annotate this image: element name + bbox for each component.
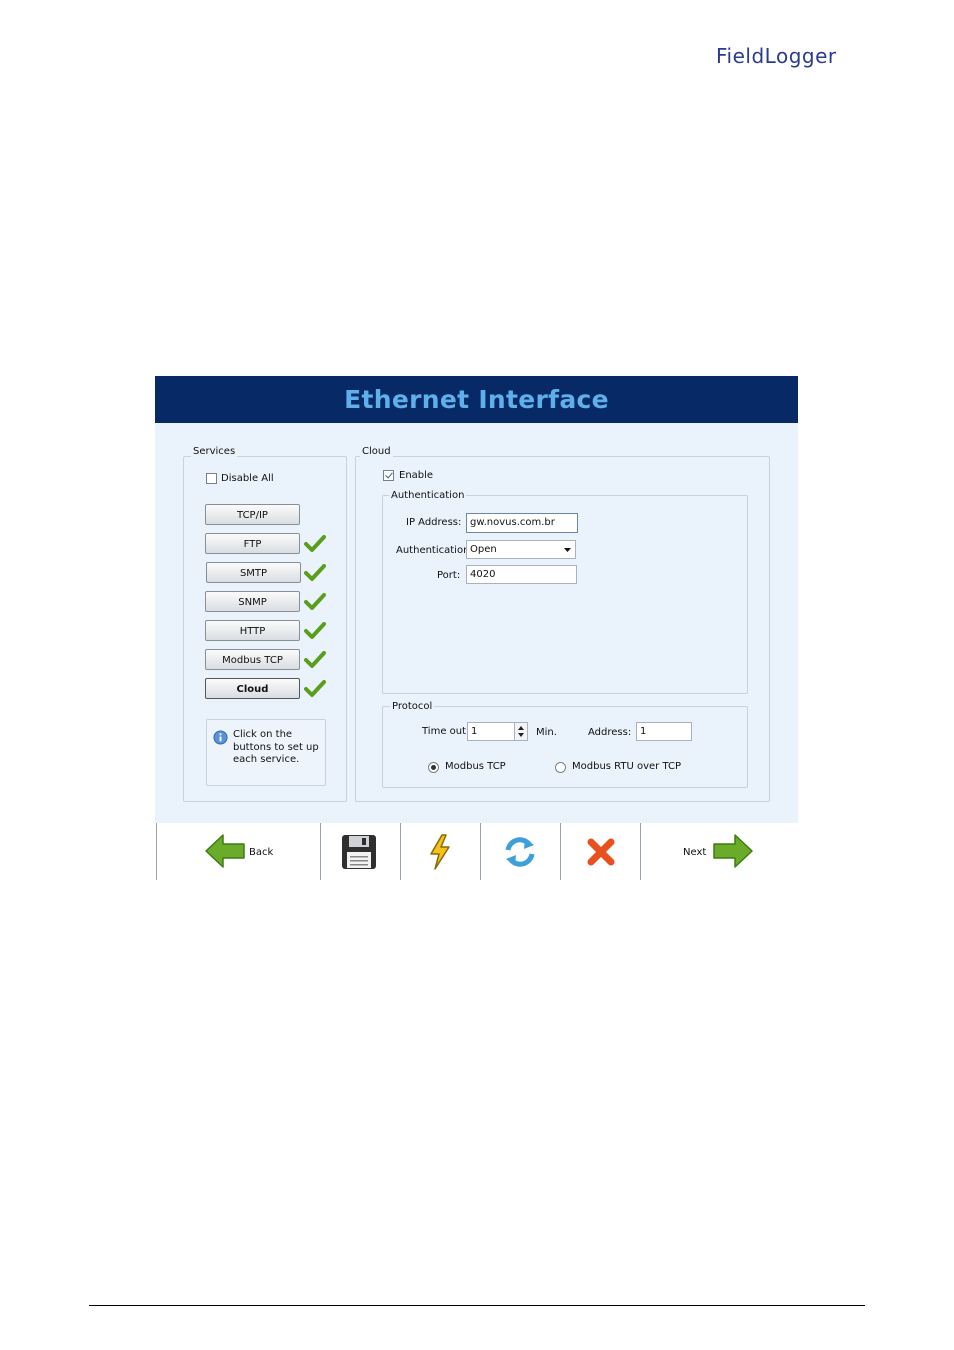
back-arrow-icon — [205, 834, 245, 868]
checkmark-icon — [304, 622, 326, 639]
port-label: Port: — [437, 570, 461, 581]
authentication-label: Authentication: — [396, 545, 473, 556]
modbus-tcp-label: Modbus TCP — [445, 761, 506, 772]
save-button[interactable] — [320, 823, 401, 880]
ip-address-field[interactable]: gw.novus.com.br — [466, 513, 578, 533]
port-field[interactable]: 4020 — [466, 565, 577, 584]
info-text: Click on the buttons to set up each serv… — [233, 729, 319, 765]
modbus-rtu-over-tcp-label: Modbus RTU over TCP — [572, 761, 682, 772]
authentication-title: Authentication — [389, 490, 467, 501]
next-arrow-icon — [713, 834, 753, 868]
enable-label: Enable — [399, 470, 434, 481]
next-button[interactable]: Next — [640, 823, 798, 880]
content-area: Services Disable All TCP/IP FTP SMTP SNM… — [155, 423, 798, 823]
back-label: Back — [249, 847, 274, 858]
service-button-cloud[interactable]: Cloud — [205, 678, 300, 699]
cancel-x-icon — [587, 838, 615, 866]
service-button-ftp[interactable]: FTP — [205, 533, 300, 554]
title-bar: Ethernet Interface — [155, 376, 798, 423]
refresh-button[interactable] — [480, 823, 561, 880]
lightning-icon — [430, 834, 450, 870]
bottom-toolbar: Back Next — [155, 823, 798, 880]
fieldlogger-logo: FieldLogger — [716, 44, 837, 70]
service-button-snmp[interactable]: SNMP — [205, 591, 300, 612]
service-button-tcpip[interactable]: TCP/IP — [205, 504, 300, 525]
checkmark-icon — [304, 680, 326, 697]
service-button-smtp[interactable]: SMTP — [206, 562, 301, 583]
stepper-arrows-icon — [518, 726, 524, 737]
protocol-group — [382, 706, 748, 788]
checkmark-icon — [304, 593, 326, 610]
chevron-down-icon — [564, 548, 571, 552]
address-label: Address: — [588, 727, 632, 738]
disable-all-label: Disable All — [221, 473, 274, 484]
timeout-stepper[interactable] — [514, 723, 527, 740]
timeout-unit-label: Min. — [536, 727, 557, 738]
save-disk-icon — [342, 835, 376, 869]
cloud-title: Cloud — [360, 446, 393, 457]
timeout-label: Time out: — [422, 726, 470, 737]
modbus-tcp-radio[interactable] — [428, 762, 439, 773]
services-title: Services — [191, 446, 238, 457]
protocol-title: Protocol — [390, 701, 435, 712]
app-window: Ethernet Interface Services Disable All … — [155, 376, 798, 880]
apply-button[interactable] — [400, 823, 481, 880]
checkmark-icon — [304, 651, 326, 668]
authentication-select[interactable]: Open — [466, 540, 576, 559]
cancel-button[interactable] — [560, 823, 641, 880]
service-button-http[interactable]: HTTP — [205, 620, 300, 641]
ip-address-label: IP Address: — [406, 517, 462, 528]
authentication-selected-value: Open — [470, 544, 497, 555]
back-button[interactable]: Back — [156, 823, 321, 880]
checkmark-icon — [304, 535, 326, 552]
address-field[interactable]: 1 — [636, 722, 692, 741]
refresh-icon — [505, 837, 535, 867]
next-label: Next — [683, 847, 707, 858]
window-title: Ethernet Interface — [344, 385, 609, 414]
modbus-rtu-over-tcp-radio[interactable] — [555, 762, 566, 773]
checkmark-icon — [304, 564, 326, 581]
logo-text: FieldLogger — [716, 44, 837, 68]
service-button-modbus-tcp[interactable]: Modbus TCP — [205, 649, 300, 670]
info-icon — [213, 730, 228, 745]
footer-divider — [89, 1305, 865, 1306]
enable-checkbox[interactable] — [383, 470, 394, 481]
disable-all-checkbox[interactable] — [206, 473, 217, 484]
